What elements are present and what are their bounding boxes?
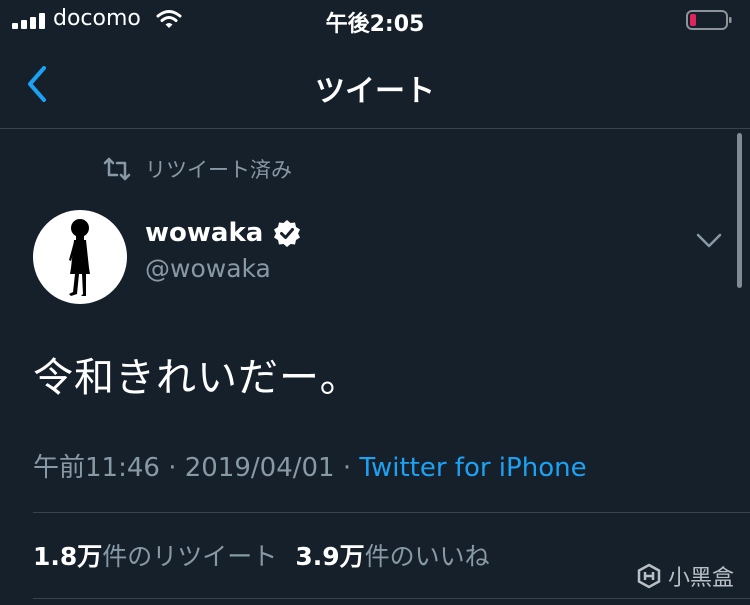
- retweets-stat[interactable]: 1.8万件のリツイート: [33, 542, 277, 571]
- divider: [33, 598, 750, 599]
- author-name-row: wowaka: [145, 218, 301, 248]
- tweet-time: 午前11:46: [33, 453, 160, 483]
- chevron-down-icon[interactable]: [694, 228, 724, 252]
- navigation-bar: ツイート: [0, 44, 750, 129]
- watermark: 小黑盒: [636, 560, 734, 592]
- status-bar: docomo 午後2:05: [0, 0, 750, 44]
- watermark-logo-icon: [637, 563, 661, 589]
- author-name[interactable]: wowaka: [145, 218, 263, 248]
- tweet-stats: 1.8万件のリツイート 3.9万件のいいね: [33, 537, 490, 573]
- tweet-source-link[interactable]: Twitter for iPhone: [359, 453, 586, 483]
- tweet-text: 令和きれいだー。: [33, 355, 361, 401]
- retweets-count: 1.8万: [33, 542, 103, 571]
- verified-badge-icon: [274, 220, 301, 247]
- retweets-label: 件のリツイート: [102, 542, 278, 571]
- likes-label: 件のいいね: [364, 542, 490, 571]
- tweet-meta: 午前11:46 · 2019/04/01 · Twitter for iPhon…: [33, 447, 587, 484]
- author-handle[interactable]: @wowaka: [145, 254, 271, 283]
- divider: [33, 512, 750, 513]
- battery-icon: [686, 10, 732, 30]
- watermark-text: 小黑盒: [668, 566, 735, 591]
- retweet-icon: [103, 157, 131, 181]
- avatar-silhouette: [69, 219, 90, 296]
- meta-separator: ·: [342, 453, 352, 483]
- meta-separator: ·: [168, 453, 177, 483]
- tweet-date: 2019/04/01: [184, 453, 335, 483]
- retweeted-label: リツイート済み: [145, 158, 292, 182]
- scrollbar[interactable]: [737, 133, 742, 288]
- status-time: 午後2:05: [325, 12, 425, 37]
- likes-count: 3.9万: [295, 542, 365, 571]
- likes-stat[interactable]: 3.9万件のいいね: [295, 542, 489, 571]
- avatar[interactable]: [33, 210, 127, 304]
- page-title: ツイート: [315, 74, 435, 109]
- retweeted-indicator: リツイート済み: [103, 152, 292, 186]
